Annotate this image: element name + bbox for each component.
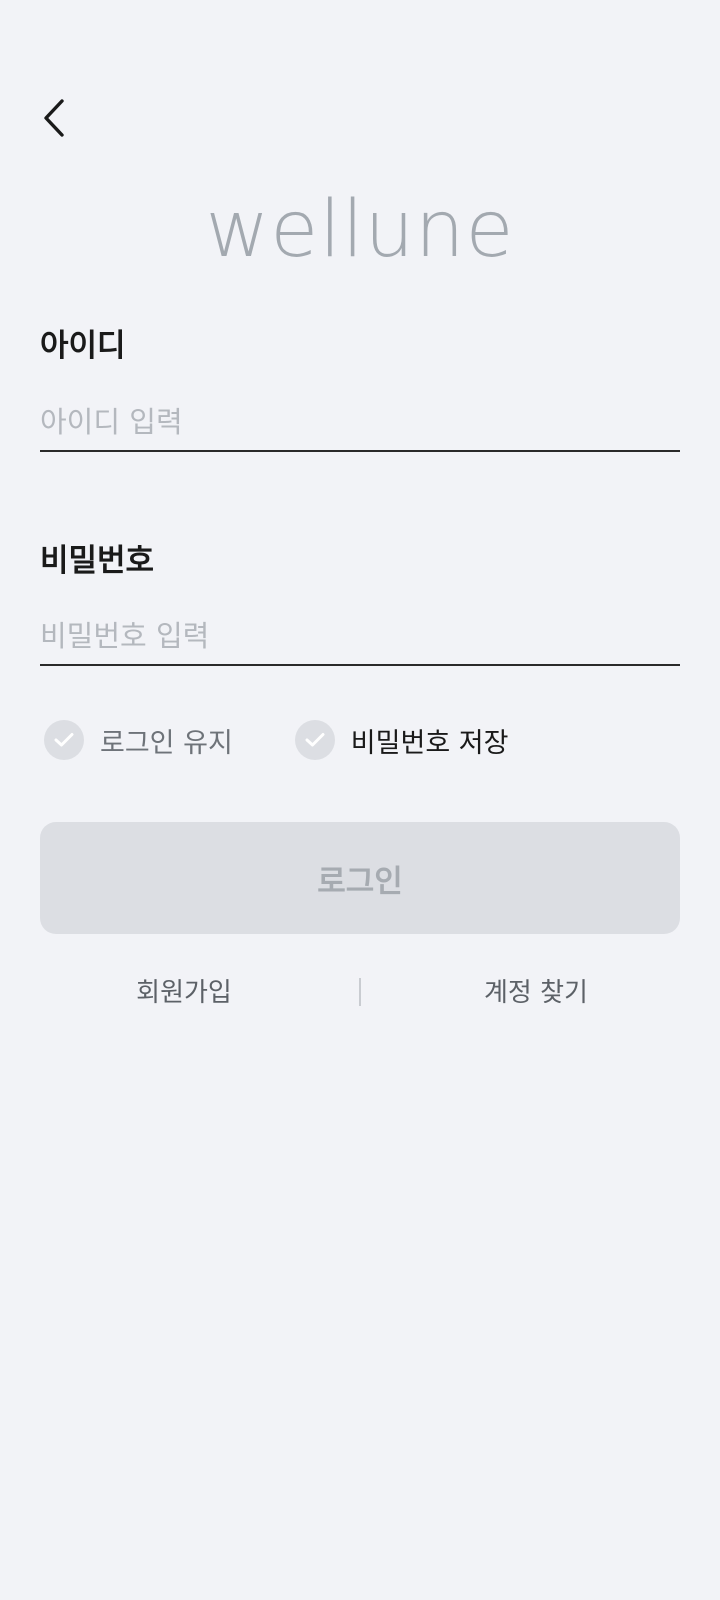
- save-password-label: 비밀번호 저장: [350, 727, 509, 759]
- checkmark-icon: [305, 733, 325, 747]
- brand-logo: wellune: [205, 185, 515, 275]
- chevron-left-icon: [44, 99, 64, 137]
- bottom-links: 회원가입 계정 찾기: [0, 973, 720, 1013]
- keep-login-checkbox[interactable]: 로그인 유지: [44, 720, 233, 760]
- signup-link[interactable]: 회원가입: [4, 973, 364, 1013]
- id-input[interactable]: [40, 394, 680, 452]
- find-account-link[interactable]: 계정 찾기: [356, 973, 716, 1013]
- password-input[interactable]: [40, 608, 680, 666]
- keep-login-label: 로그인 유지: [100, 727, 233, 759]
- save-password-checkbox[interactable]: 비밀번호 저장: [294, 720, 509, 760]
- login-options: 로그인 유지 비밀번호 저장: [44, 720, 508, 760]
- id-label: 아이디: [40, 328, 126, 364]
- password-label: 비밀번호: [40, 543, 155, 579]
- back-button[interactable]: [36, 96, 72, 140]
- check-circle: [44, 720, 84, 760]
- check-circle: [294, 720, 335, 760]
- login-button[interactable]: 로그인: [40, 822, 680, 934]
- checkmark-icon: [54, 733, 74, 747]
